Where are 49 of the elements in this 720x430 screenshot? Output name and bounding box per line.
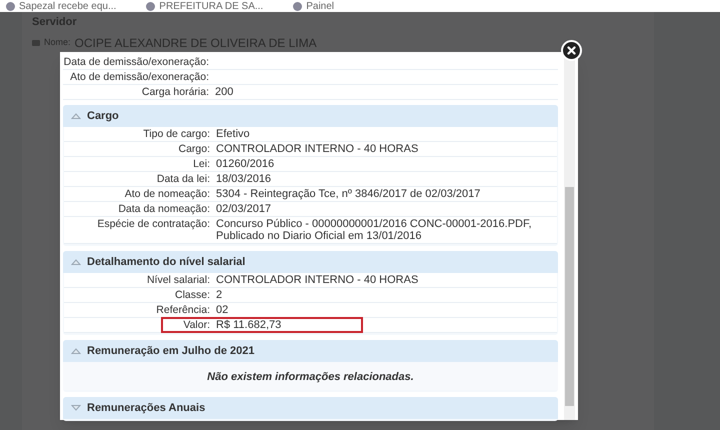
section-title: Cargo xyxy=(87,108,119,124)
bookmark-link[interactable]: Painel xyxy=(306,1,334,12)
field-value: CONTROLADOR INTERNO - 40 HORAS xyxy=(216,274,418,286)
field-label: Ato de demissão/exoneração: xyxy=(70,71,209,83)
section-title: Remuneração em Julho de 2021 xyxy=(87,344,255,359)
section-header[interactable]: Cargo xyxy=(63,105,558,127)
field-value: 200 xyxy=(215,86,234,98)
section-title: Detalhamento do nível salarial xyxy=(87,254,246,270)
field-label: Valor: xyxy=(161,317,216,333)
collapse-icon[interactable] xyxy=(71,113,81,119)
close-icon xyxy=(567,46,576,55)
bookmark-icon xyxy=(146,2,156,11)
field-label: Ato de nomeação: xyxy=(124,188,210,200)
scrollbar[interactable] xyxy=(564,57,575,420)
field-label: Classe: xyxy=(174,289,210,301)
field-value: 5304 - Reintegração Tce, nº 3846/2017 de 02/03/2017 xyxy=(216,188,480,200)
bookmark-link[interactable]: PREFEITURA DE SA... xyxy=(159,1,264,12)
field-label: Data da nomeação: xyxy=(118,203,210,215)
field-label: Nível salarial: xyxy=(146,274,210,286)
empty-message: Não existem informações relacionadas. xyxy=(207,371,414,383)
minus-icon xyxy=(32,40,40,46)
field-label: Data de demissão/exoneração: xyxy=(64,56,209,68)
field-value: Concurso Público - 00000000001/2016 CONC-00001-2016.PDF, Publicado no Diario Oficial em 13/01/2016 xyxy=(216,218,533,242)
field-label: Cargo: xyxy=(178,143,210,155)
section-title: Remunerações Anuais xyxy=(87,400,206,416)
scrollbar-thumb[interactable] xyxy=(565,187,574,406)
field-label: Referência: xyxy=(156,304,210,316)
field-label: Espécie de contratação: xyxy=(97,218,210,232)
section-header[interactable]: Remunerações Anuais xyxy=(63,397,558,419)
collapse-icon[interactable] xyxy=(71,348,81,354)
field-label: Data da lei: xyxy=(156,173,210,185)
field-value: 02/03/2017 xyxy=(216,203,272,215)
field-value: CONTROLADOR INTERNO - 40 HORAS xyxy=(216,143,418,155)
bookmark-icon xyxy=(6,2,15,11)
section-header[interactable]: Detalhamento do nível salarial xyxy=(63,251,558,273)
field-value: 2 xyxy=(216,289,222,301)
bookmark-icon xyxy=(293,2,302,11)
field-label: Lei: xyxy=(193,158,210,170)
collapse-icon[interactable] xyxy=(71,259,81,265)
field-label: Carga horária: xyxy=(142,86,209,98)
field-value: R$ 11.682,73 xyxy=(216,317,364,333)
section-header[interactable]: Remuneração em Julho de 2021 xyxy=(63,340,558,362)
field-value: 18/03/2016 xyxy=(216,173,272,185)
field-value: 02 xyxy=(216,304,228,316)
expand-icon[interactable] xyxy=(71,405,81,411)
bookmark-link[interactable]: Sapezal recebe equ... xyxy=(19,1,116,12)
field-label: Tipo de cargo: xyxy=(143,128,210,140)
field-value: 01260/2016 xyxy=(216,158,274,170)
field-value: Efetivo xyxy=(216,128,250,140)
